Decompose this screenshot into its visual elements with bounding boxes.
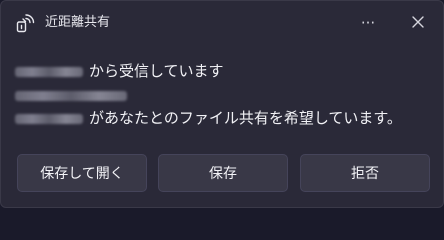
close-button[interactable] — [401, 9, 435, 37]
more-options-button[interactable]: ··· — [351, 9, 385, 37]
share-request-text: があなたとのファイル共有を希望しています。 — [89, 109, 402, 127]
redacted-sender-name — [15, 113, 83, 124]
app-title: 近距離共有 — [45, 15, 111, 30]
message-line-3: があなたとのファイル共有を希望しています。 — [15, 108, 402, 128]
close-icon — [411, 14, 425, 33]
decline-button[interactable]: 拒否 — [300, 154, 430, 192]
redacted-sender-name — [15, 66, 83, 77]
save-and-open-button[interactable]: 保存して開く — [17, 154, 147, 192]
save-button[interactable]: 保存 — [158, 154, 288, 192]
message-line-1: から受信しています — [15, 61, 224, 81]
receiving-from-text: から受信しています — [89, 62, 224, 80]
nearby-sharing-icon — [15, 13, 35, 33]
message-line-2 — [15, 85, 127, 105]
redacted-file-name — [15, 90, 127, 101]
toast-header: 近距離共有 ··· — [1, 1, 443, 45]
nearby-share-toast: 近距離共有 ··· から受信しています があなたとのファイル共有を希望しています… — [0, 0, 444, 208]
action-buttons: 保存して開く 保存 拒否 — [17, 154, 430, 192]
